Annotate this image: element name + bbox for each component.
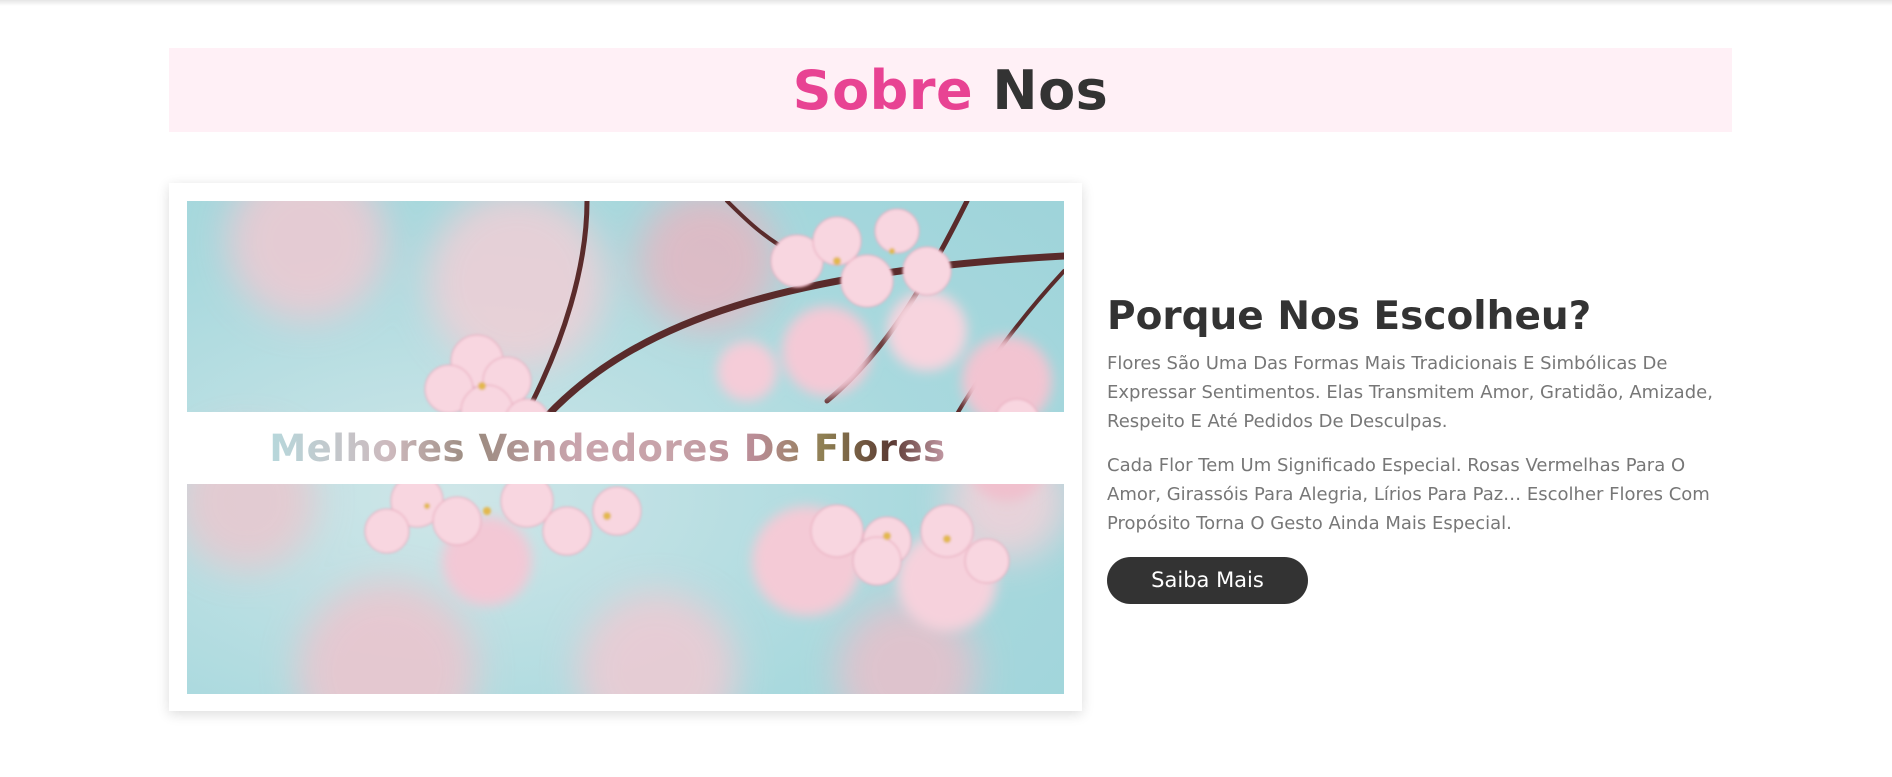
about-content: Porque Nos Escolheu? Flores São Uma Das … — [1107, 292, 1727, 604]
content-paragraph-2: Cada Flor Tem Um Significado Especial. R… — [1107, 455, 1710, 534]
section-title-accent: Sobre — [792, 58, 974, 122]
about-image: Melhores Vendedores De Flores — [187, 201, 1064, 694]
section-heading-bar: Sobre Nos — [169, 48, 1732, 132]
image-card: Melhores Vendedores De Flores — [169, 183, 1082, 711]
header-shadow — [0, 0, 1892, 6]
content-paragraph-1: Flores São Uma Das Formas Mais Tradicion… — [1107, 353, 1713, 432]
section-title: Sobre Nos — [793, 59, 1109, 122]
section-title-rest: Nos — [992, 58, 1109, 122]
content-heading: Porque Nos Escolheu? — [1107, 294, 1592, 339]
image-caption-band: Melhores Vendedores De Flores — [187, 412, 1064, 484]
learn-more-button[interactable]: Saiba Mais — [1107, 557, 1308, 604]
image-caption: Melhores Vendedores De Flores — [269, 426, 946, 470]
